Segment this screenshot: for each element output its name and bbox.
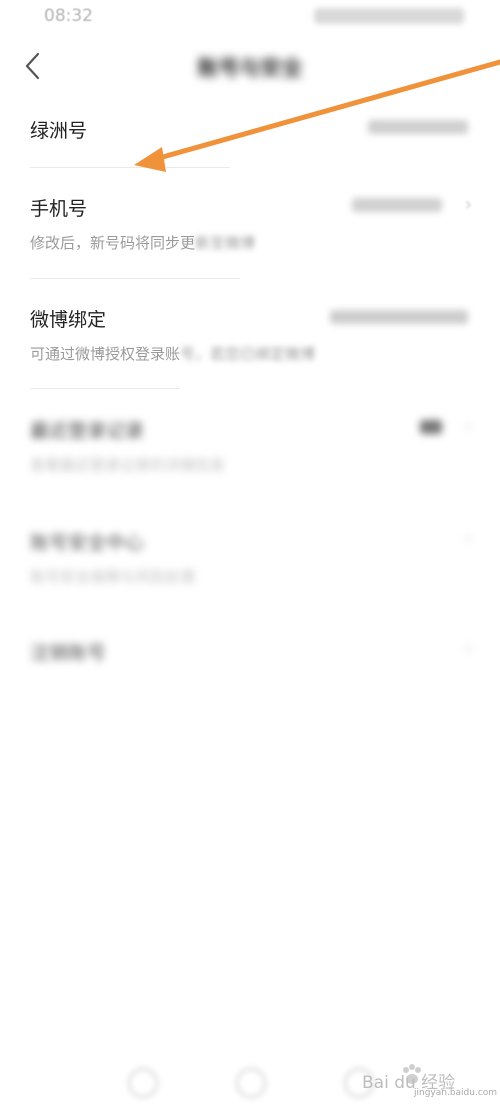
divider bbox=[30, 388, 180, 389]
recent-login-badge bbox=[420, 420, 442, 434]
divider bbox=[30, 278, 240, 279]
status-icons bbox=[314, 8, 464, 24]
weibo-description-tail: 号，若您已绑定微博 bbox=[180, 345, 316, 363]
status-bar: 08:32 bbox=[0, 0, 500, 36]
page-title: 账号与安全 bbox=[197, 56, 303, 80]
status-time: 08:32 bbox=[44, 6, 93, 26]
phone-description: 修改后，新号码将同步更新至微博 bbox=[30, 232, 255, 253]
phone-row[interactable]: 手机号 › 修改后，新号码将同步更新至微博 bbox=[0, 180, 500, 272]
tab-icon[interactable] bbox=[128, 1068, 158, 1098]
recent-login-description: 查看最近登录记录的详细信息 bbox=[30, 456, 226, 474]
chevron-right-icon: › bbox=[464, 416, 472, 437]
weibo-binding-description: 可通过微博授权登录账号，若您已绑定微博 bbox=[30, 343, 315, 364]
chevron-right-icon: › bbox=[464, 638, 472, 659]
weibo-binding-value bbox=[330, 310, 468, 324]
recent-login-label: 最近登录记录 bbox=[30, 420, 145, 442]
phone-description-text: 修改后，新号码将同步更 bbox=[30, 234, 196, 252]
security-center-label: 账号安全中心 bbox=[30, 532, 145, 554]
security-center-description: 账号安全保障与风险处理 bbox=[30, 568, 196, 586]
weibo-binding-label: 微博绑定 bbox=[30, 309, 107, 331]
oasis-id-value bbox=[368, 120, 468, 134]
phone-label: 手机号 bbox=[30, 198, 88, 220]
back-button[interactable] bbox=[16, 48, 52, 84]
oasis-id-label: 绿洲号 bbox=[30, 120, 88, 142]
weibo-binding-row[interactable]: 微博绑定 可通过微博授权登录账号，若您已绑定微博 bbox=[0, 290, 500, 382]
divider bbox=[30, 167, 230, 168]
phone-value bbox=[352, 198, 442, 212]
chevron-right-icon: › bbox=[464, 194, 472, 215]
security-center-row[interactable]: 账号安全中心 › 账号安全保障与风险处理 bbox=[0, 512, 500, 604]
phone-description-tail: 新至微博 bbox=[195, 234, 256, 252]
recent-login-row[interactable]: 最近登录记录 › 查看最近登录记录的详细信息 bbox=[0, 400, 500, 492]
watermark-subtext: jingyan.baidu.com bbox=[414, 1088, 498, 1098]
nav-bar: 账号与安全 bbox=[0, 36, 500, 96]
deactivate-account-row[interactable]: 注销账号 › bbox=[0, 625, 500, 685]
chevron-right-icon: › bbox=[464, 528, 472, 549]
chevron-left-icon bbox=[25, 52, 40, 80]
baidu-jingyan-watermark: Bai du 经验 jingyan.baidu.com bbox=[362, 1062, 497, 1102]
deactivate-account-label: 注销账号 bbox=[30, 642, 107, 664]
oasis-id-row[interactable]: 绿洲号 bbox=[0, 100, 500, 170]
weibo-description-text: 可通过微博授权登录账 bbox=[30, 345, 181, 363]
tab-icon[interactable] bbox=[236, 1068, 266, 1098]
